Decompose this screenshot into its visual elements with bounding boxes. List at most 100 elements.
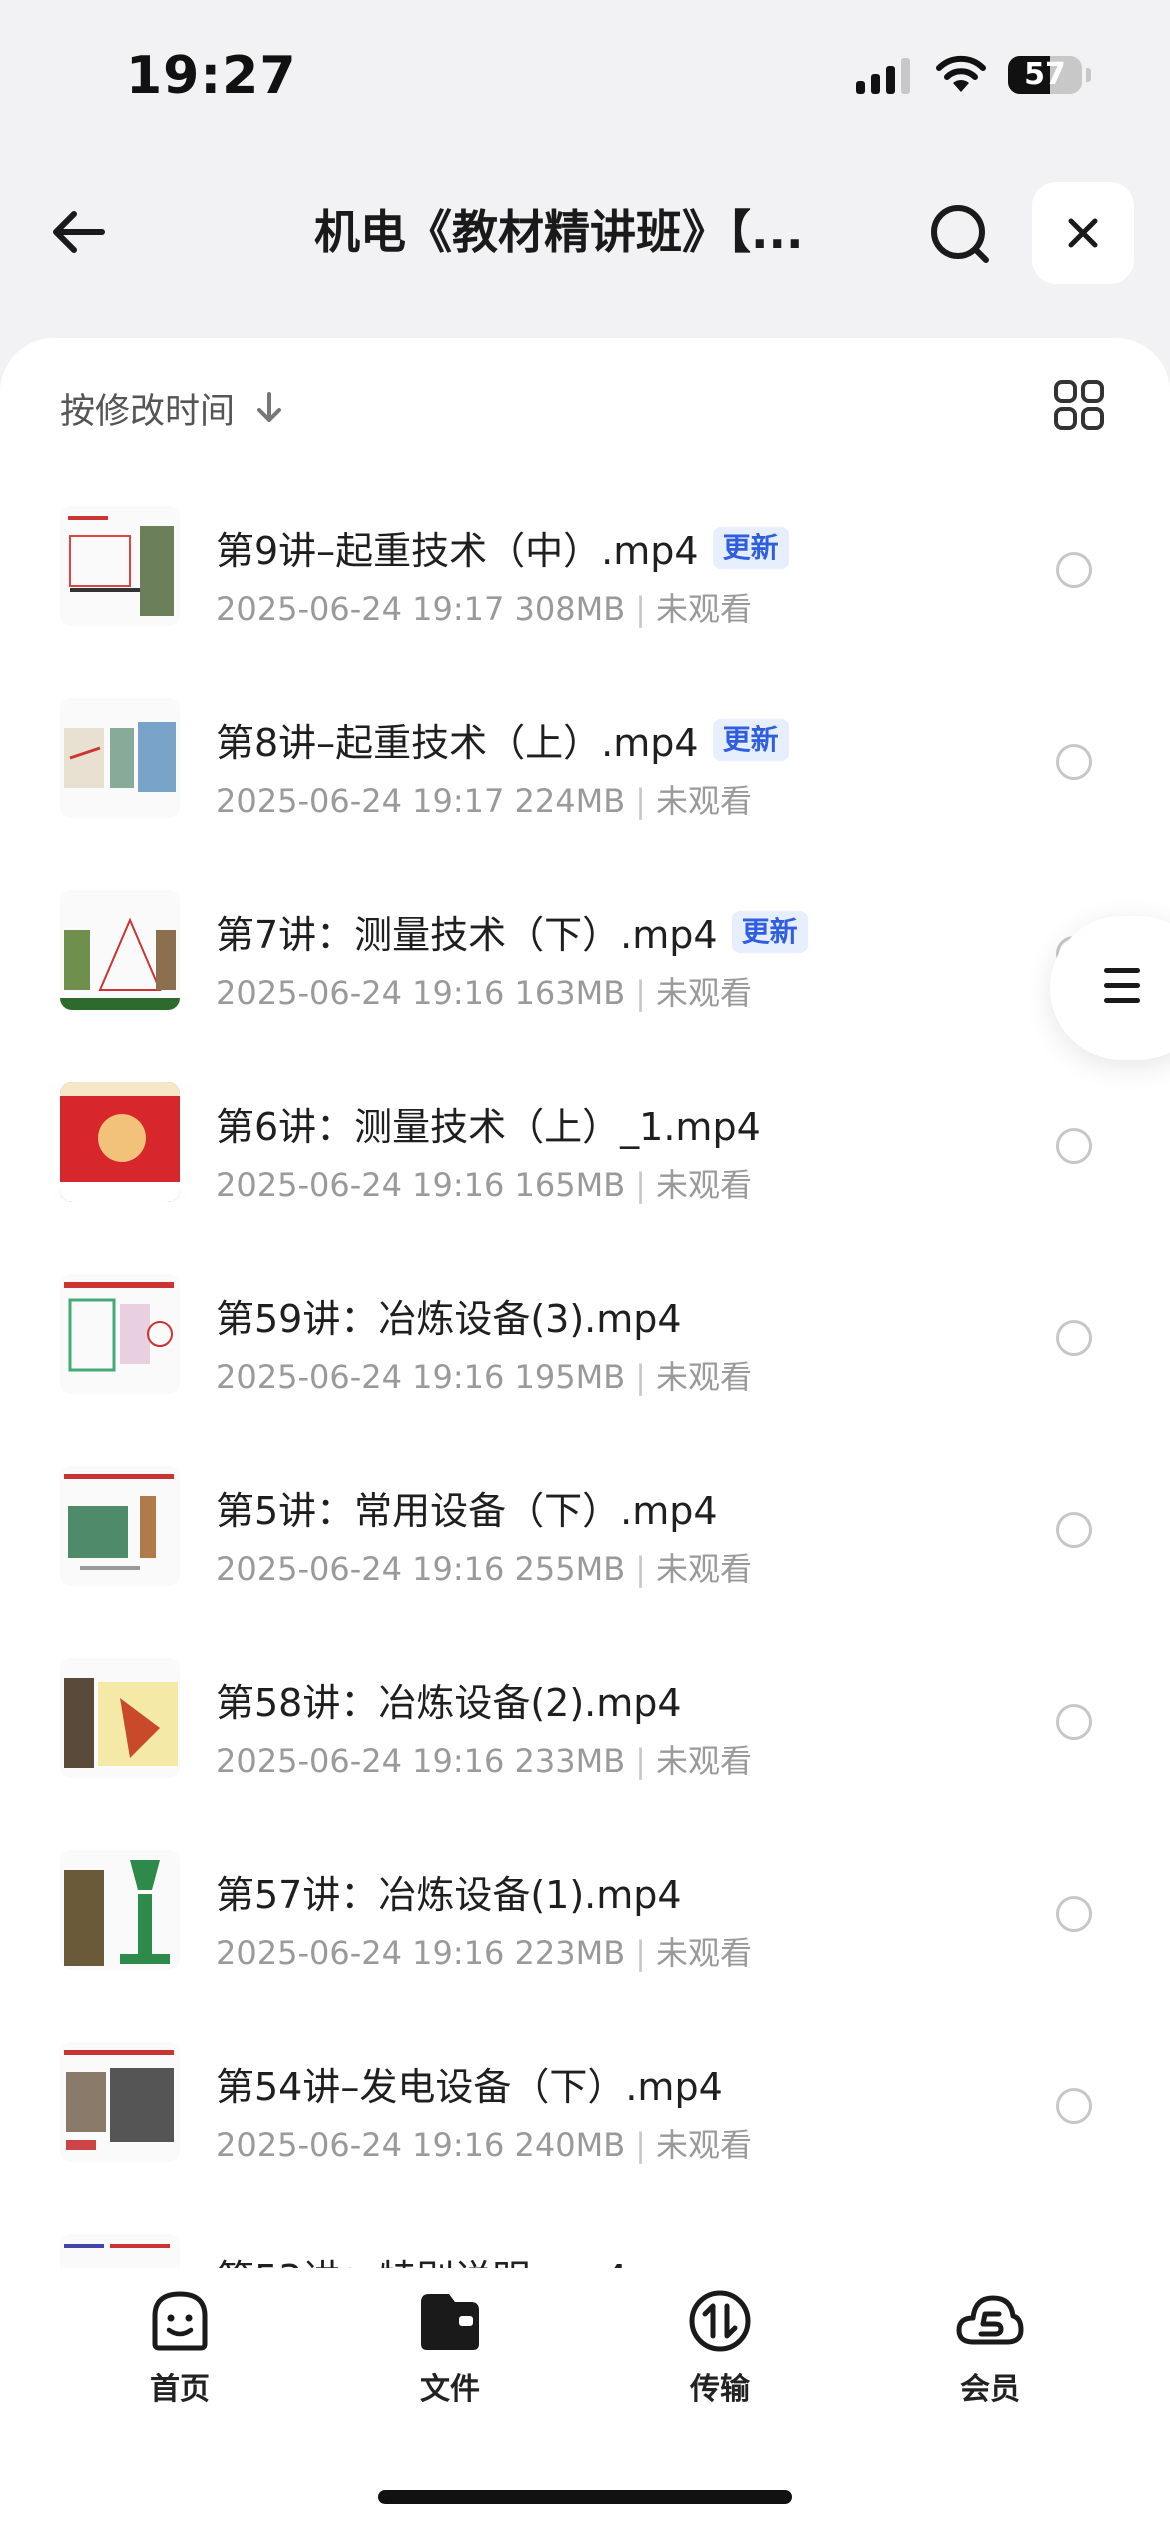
video-thumbnail: [60, 506, 180, 626]
select-radio[interactable]: [1056, 1128, 1092, 1164]
file-name: 第58讲：冶炼设备(2).mp4: [216, 1681, 682, 1725]
file-size: 233MB: [514, 1742, 626, 1780]
file-meta: 2025-06-24 19:16 223MB | 未观看: [216, 1934, 752, 1972]
file-date: 2025-06-24 19:16: [216, 1550, 505, 1588]
file-date: 2025-06-24 19:17: [216, 782, 505, 820]
home-indicator: [378, 2490, 792, 2504]
select-radio[interactable]: [1056, 552, 1092, 588]
watch-status: 未观看: [655, 782, 752, 820]
update-badge: 更新: [712, 526, 789, 569]
file-meta: 2025-06-24 19:16 195MB | 未观看: [216, 1358, 752, 1396]
video-thumbnail: [60, 1850, 180, 1970]
file-meta: 2025-06-24 19:16 233MB | 未观看: [216, 1742, 752, 1780]
file-meta: 2025-06-24 19:16 255MB | 未观看: [216, 1550, 752, 1588]
watch-status: 未观看: [655, 590, 752, 628]
select-radio[interactable]: [1056, 1320, 1092, 1356]
file-row[interactable]: 第59讲：冶炼设备(3).mp4 2025-06-24 19:16 195MB |…: [0, 1254, 1170, 1446]
status-bar: 19:27 57: [0, 0, 1170, 150]
battery-icon: 57: [1008, 56, 1082, 94]
select-radio[interactable]: [1056, 1512, 1092, 1548]
update-badge: 更新: [712, 718, 789, 761]
update-badge: 更新: [731, 910, 808, 953]
file-size: 240MB: [514, 2126, 626, 2164]
tab-files[interactable]: 文件: [370, 2286, 530, 2408]
file-name: 第7讲：测量技术（下）.mp4: [216, 913, 718, 957]
file-date: 2025-06-24 19:16: [216, 1358, 505, 1396]
select-radio[interactable]: [1056, 1896, 1092, 1932]
file-row[interactable]: 第57讲：冶炼设备(1).mp4 2025-06-24 19:16 223MB |…: [0, 1830, 1170, 2022]
file-name: 第9讲–起重技术（中）.mp4: [216, 529, 699, 573]
file-meta: 2025-06-24 19:16 163MB | 未观看: [216, 974, 752, 1012]
file-date: 2025-06-24 19:17: [216, 590, 505, 628]
file-name: 第6讲：测量技术（上）_1.mp4: [216, 1105, 761, 1149]
file-name: 第8讲–起重技术（上）.mp4: [216, 721, 699, 765]
file-row[interactable]: 第5讲：常用设备（下）.mp4 2025-06-24 19:16 255MB | 未…: [0, 1446, 1170, 1638]
file-size: 255MB: [514, 1550, 626, 1588]
video-thumbnail: [60, 1274, 180, 1394]
vip-cloud-icon: [956, 2295, 1024, 2345]
file-row[interactable]: 第6讲：测量技术（上）_1.mp4 2025-06-24 19:16 165MB…: [0, 1062, 1170, 1254]
watch-status: 未观看: [655, 1934, 752, 1972]
file-meta: 2025-06-24 19:17 224MB | 未观看: [216, 782, 752, 820]
sort-down-arrow-icon: [257, 392, 282, 422]
tab-label: 会员: [960, 2372, 1020, 2407]
video-thumbnail: [60, 1466, 180, 1586]
grid-view-icon[interactable]: [1052, 378, 1106, 432]
back-arrow-icon[interactable]: [44, 196, 116, 268]
sort-label: 按修改时间: [60, 391, 236, 432]
video-thumbnail: [60, 1658, 180, 1778]
file-date: 2025-06-24 19:16: [216, 1742, 505, 1780]
file-row[interactable]: 第54讲–发电设备（下）.mp4 2025-06-24 19:16 240MB |…: [0, 2022, 1170, 2214]
file-meta: 2025-06-24 19:16 165MB | 未观看: [216, 1166, 752, 1204]
home-face-icon: [152, 2291, 208, 2351]
file-list-card: 按修改时间 第9讲–起重技术（中）.mp4 更新 2025-06-24 19:17…: [0, 338, 1170, 2278]
file-row[interactable]: 第58讲：冶炼设备(2).mp4 2025-06-24 19:16 233MB |…: [0, 1638, 1170, 1830]
file-size: 223MB: [514, 1934, 626, 1972]
folder-icon: [421, 2294, 479, 2350]
file-date: 2025-06-24 19:16: [216, 2126, 505, 2164]
file-size: 195MB: [514, 1358, 626, 1396]
file-size: 224MB: [514, 782, 626, 820]
video-thumbnail: [60, 698, 180, 818]
cellular-signal-icon: [856, 58, 910, 94]
file-name: 第54讲–发电设备（下）.mp4: [216, 2065, 723, 2109]
status-time: 19:27: [126, 46, 297, 106]
file-date: 2025-06-24 19:16: [216, 974, 505, 1012]
video-thumbnail: [60, 890, 180, 1010]
battery-nub: [1086, 68, 1091, 82]
tab-label: 首页: [150, 2372, 210, 2407]
file-size: 165MB: [514, 1166, 626, 1204]
watch-status: 未观看: [655, 974, 752, 1012]
watch-status: 未观看: [655, 1550, 752, 1588]
watch-status: 未观看: [655, 1742, 752, 1780]
battery-level: 57: [1024, 57, 1066, 92]
file-row[interactable]: 第9讲–起重技术（中）.mp4 更新 2025-06-24 19:17 308MB…: [0, 486, 1170, 678]
select-radio[interactable]: [1056, 744, 1092, 780]
file-list: 第9讲–起重技术（中）.mp4 更新 2025-06-24 19:17 308MB…: [0, 486, 1170, 2278]
file-meta: 2025-06-24 19:17 308MB | 未观看: [216, 590, 752, 628]
close-icon: [1068, 218, 1098, 248]
video-thumbnail: [60, 2042, 180, 2162]
tab-label: 文件: [420, 2372, 480, 2407]
file-date: 2025-06-24 19:16: [216, 1934, 505, 1972]
select-radio[interactable]: [1056, 2088, 1092, 2124]
search-icon[interactable]: [924, 198, 996, 270]
file-row[interactable]: 第7讲：测量技术（下）.mp4 更新 2025-06-24 19:16 163MB…: [0, 870, 1170, 1062]
sort-control[interactable]: 按修改时间: [60, 378, 285, 438]
select-radio[interactable]: [1056, 1704, 1092, 1740]
tab-home[interactable]: 首页: [100, 2286, 260, 2408]
file-name: 第59讲：冶炼设备(3).mp4: [216, 1297, 682, 1341]
file-size: 308MB: [514, 590, 626, 628]
file-name: 第57讲：冶炼设备(1).mp4: [216, 1873, 682, 1917]
file-row[interactable]: 第8讲–起重技术（上）.mp4 更新 2025-06-24 19:17 224MB…: [0, 678, 1170, 870]
close-button[interactable]: [1032, 182, 1134, 284]
tab-vip[interactable]: 会员: [910, 2286, 1070, 2408]
nav-bar: 机电《教材精讲班》【...: [0, 170, 1170, 294]
wifi-icon: [936, 55, 986, 92]
file-size: 163MB: [514, 974, 626, 1012]
page-title: 机电《教材精讲班》【...: [314, 205, 804, 259]
transfer-icon: [689, 2290, 751, 2352]
tab-label: 传输: [690, 2372, 750, 2407]
video-thumbnail: [60, 1082, 180, 1202]
tab-transfer[interactable]: 传输: [640, 2286, 800, 2408]
